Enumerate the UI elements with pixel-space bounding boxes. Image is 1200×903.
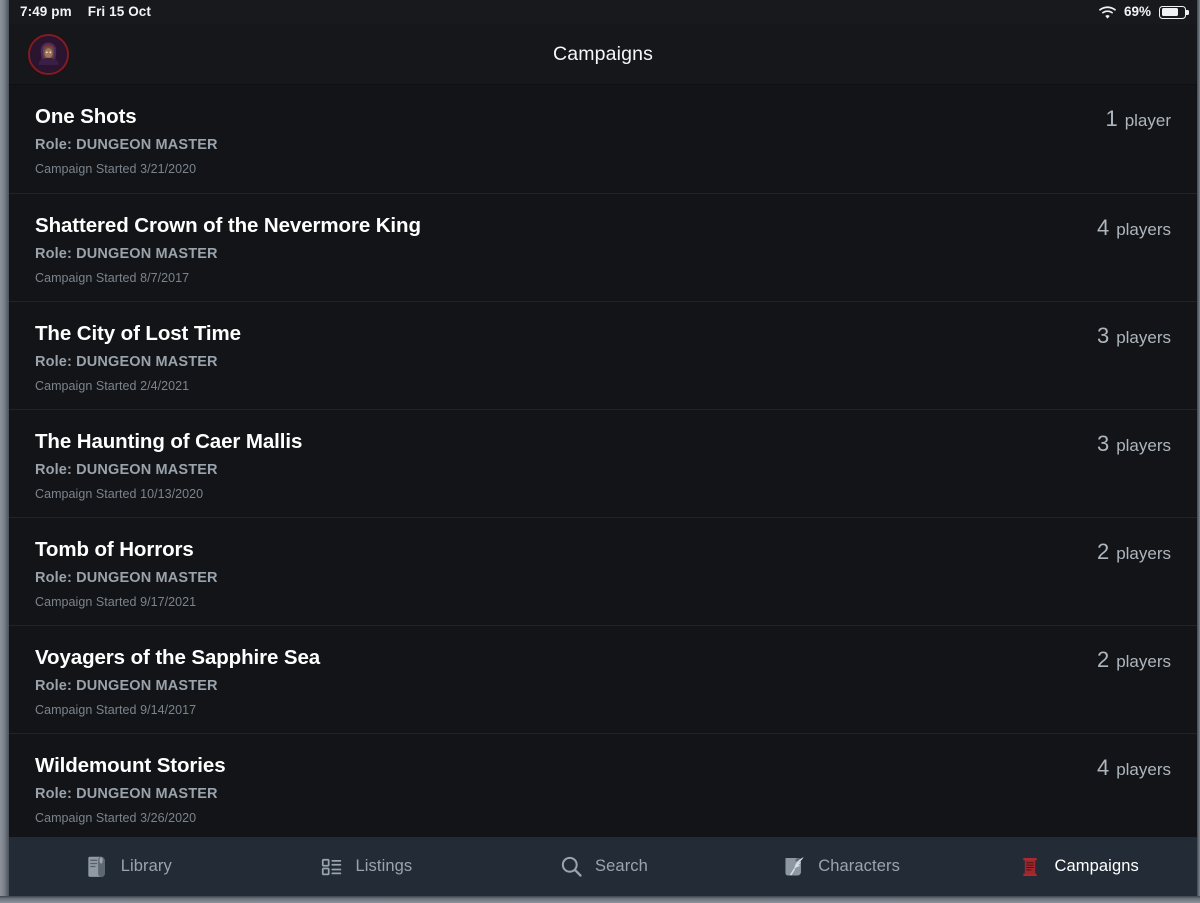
tab-label: Search bbox=[595, 857, 648, 875]
player-count-number: 3 bbox=[1096, 431, 1110, 456]
campaign-row-main: The Haunting of Caer Mallis Role: DUNGEON… bbox=[35, 430, 1097, 501]
campaign-player-count: 3 players bbox=[1097, 325, 1171, 347]
campaign-row[interactable]: Shattered Crown of the Nevermore King Rol… bbox=[9, 193, 1197, 301]
tab-characters[interactable]: Characters bbox=[722, 837, 960, 896]
campaign-row[interactable]: Voyagers of the Sapphire Sea Role: DUNGEO… bbox=[9, 625, 1197, 733]
player-count-number: 2 bbox=[1096, 539, 1110, 564]
campaign-title: Shattered Crown of the Nevermore King bbox=[35, 214, 421, 237]
player-count-label: players bbox=[1116, 544, 1171, 563]
campaign-role: Role: DUNGEON MASTER bbox=[35, 136, 218, 153]
book-icon bbox=[84, 854, 110, 880]
player-count-label: player bbox=[1124, 111, 1171, 130]
player-count-number: 3 bbox=[1096, 323, 1110, 348]
campaign-role: Role: DUNGEON MASTER bbox=[35, 461, 218, 478]
page-title: Campaigns bbox=[553, 42, 653, 65]
campaign-player-count: 2 players bbox=[1097, 649, 1171, 671]
battery-percent: 69% bbox=[1123, 4, 1151, 20]
app-header: Campaigns bbox=[9, 24, 1197, 84]
player-count-label: players bbox=[1116, 436, 1171, 455]
campaign-role: Role: DUNGEON MASTER bbox=[35, 353, 218, 370]
campaign-row-main: Voyagers of the Sapphire Sea Role: DUNGEO… bbox=[35, 646, 1097, 717]
tab-label: Campaigns bbox=[1054, 857, 1139, 875]
status-bar: 7:49 pm Fri 15 Oct 69% bbox=[0, 0, 1200, 24]
bezel-bottom bbox=[0, 896, 1200, 903]
campaign-row[interactable]: Tomb of Horrors Role: DUNGEON MASTER Campa… bbox=[9, 517, 1197, 625]
campaign-start-date: Campaign Started 10/13/2020 bbox=[35, 486, 204, 501]
campaign-start-date: Campaign Started 8/7/2017 bbox=[35, 270, 190, 285]
status-date: Fri 15 Oct bbox=[87, 4, 152, 20]
campaign-role: Role: DUNGEON MASTER bbox=[35, 569, 218, 586]
scroll-icon bbox=[1017, 854, 1043, 880]
campaign-row-main: Wildemount Stories Role: DUNGEON MASTER Ca… bbox=[35, 754, 1097, 825]
tab-listings[interactable]: Listings bbox=[247, 837, 485, 896]
campaign-row-main: The City of Lost Time Role: DUNGEON MASTE… bbox=[35, 322, 1097, 393]
tab-search[interactable]: Search bbox=[484, 837, 722, 896]
campaign-start-date: Campaign Started 3/26/2020 bbox=[35, 810, 197, 825]
tab-label: Library bbox=[120, 857, 172, 875]
campaign-player-count: 4 players bbox=[1097, 217, 1171, 239]
player-count-number: 4 bbox=[1096, 755, 1110, 780]
campaign-player-count: 4 players bbox=[1097, 757, 1171, 779]
player-count-number: 4 bbox=[1096, 215, 1110, 240]
player-count-label: players bbox=[1116, 652, 1171, 671]
tab-library[interactable]: Library bbox=[9, 837, 247, 896]
campaign-row[interactable]: One Shots Role: DUNGEON MASTER Campaign St… bbox=[9, 85, 1197, 193]
campaign-player-count: 1 player bbox=[1105, 108, 1171, 130]
status-bar-right: 69% bbox=[1098, 4, 1189, 20]
battery-icon bbox=[1159, 5, 1189, 19]
campaign-role: Role: DUNGEON MASTER bbox=[35, 785, 218, 802]
player-count-label: players bbox=[1116, 328, 1171, 347]
status-bar-left: 7:49 pm Fri 15 Oct bbox=[20, 5, 151, 19]
campaign-role: Role: DUNGEON MASTER bbox=[35, 245, 218, 262]
tab-label: Listings bbox=[355, 857, 413, 875]
campaign-player-count: 3 players bbox=[1097, 433, 1171, 455]
campaign-row[interactable]: The City of Lost Time Role: DUNGEON MASTE… bbox=[9, 301, 1197, 409]
campaign-title: Tomb of Horrors bbox=[35, 538, 194, 561]
campaign-title: Voyagers of the Sapphire Sea bbox=[35, 646, 321, 669]
campaign-start-date: Campaign Started 9/14/2017 bbox=[35, 702, 197, 717]
wifi-icon bbox=[1098, 5, 1117, 19]
campaign-role: Role: DUNGEON MASTER bbox=[35, 677, 218, 694]
campaign-row[interactable]: The Haunting of Caer Mallis Role: DUNGEON… bbox=[9, 409, 1197, 517]
campaign-row-main: Tomb of Horrors Role: DUNGEON MASTER Campa… bbox=[35, 538, 1097, 609]
campaign-title: One Shots bbox=[35, 105, 137, 128]
player-count-number: 2 bbox=[1096, 647, 1110, 672]
bottom-tab-bar: Library Listings Search Characters Campaigns bbox=[9, 837, 1197, 896]
campaign-title: The City of Lost Time bbox=[35, 322, 241, 345]
tab-label: Characters bbox=[818, 857, 900, 875]
list-icon bbox=[319, 854, 345, 880]
campaign-start-date: Campaign Started 3/21/2020 bbox=[35, 161, 197, 176]
tablet-screen: 7:49 pm Fri 15 Oct 69% Campaigns One Sho… bbox=[0, 0, 1200, 903]
search-icon bbox=[558, 854, 584, 880]
campaign-start-date: Campaign Started 2/4/2021 bbox=[35, 378, 190, 393]
scroll-quill-icon bbox=[781, 854, 807, 880]
player-count-label: players bbox=[1116, 760, 1171, 779]
status-time: 7:49 pm bbox=[20, 4, 72, 20]
bezel-left bbox=[0, 0, 9, 903]
campaign-title: Wildemount Stories bbox=[35, 754, 226, 777]
player-count-label: players bbox=[1116, 220, 1171, 239]
campaign-row-main: One Shots Role: DUNGEON MASTER Campaign St… bbox=[35, 105, 1105, 176]
campaign-row-main: Shattered Crown of the Nevermore King Rol… bbox=[35, 214, 1097, 285]
avatar[interactable] bbox=[28, 33, 69, 75]
battery-fill bbox=[1161, 8, 1178, 16]
player-count-number: 1 bbox=[1105, 106, 1118, 131]
campaign-title: The Haunting of Caer Mallis bbox=[35, 430, 303, 453]
campaign-start-date: Campaign Started 9/17/2021 bbox=[35, 594, 197, 609]
campaign-row[interactable]: Wildemount Stories Role: DUNGEON MASTER Ca… bbox=[9, 733, 1197, 837]
tab-campaigns[interactable]: Campaigns bbox=[959, 837, 1197, 896]
campaign-player-count: 2 players bbox=[1097, 541, 1171, 563]
campaign-list[interactable]: One Shots Role: DUNGEON MASTER Campaign St… bbox=[9, 85, 1197, 837]
